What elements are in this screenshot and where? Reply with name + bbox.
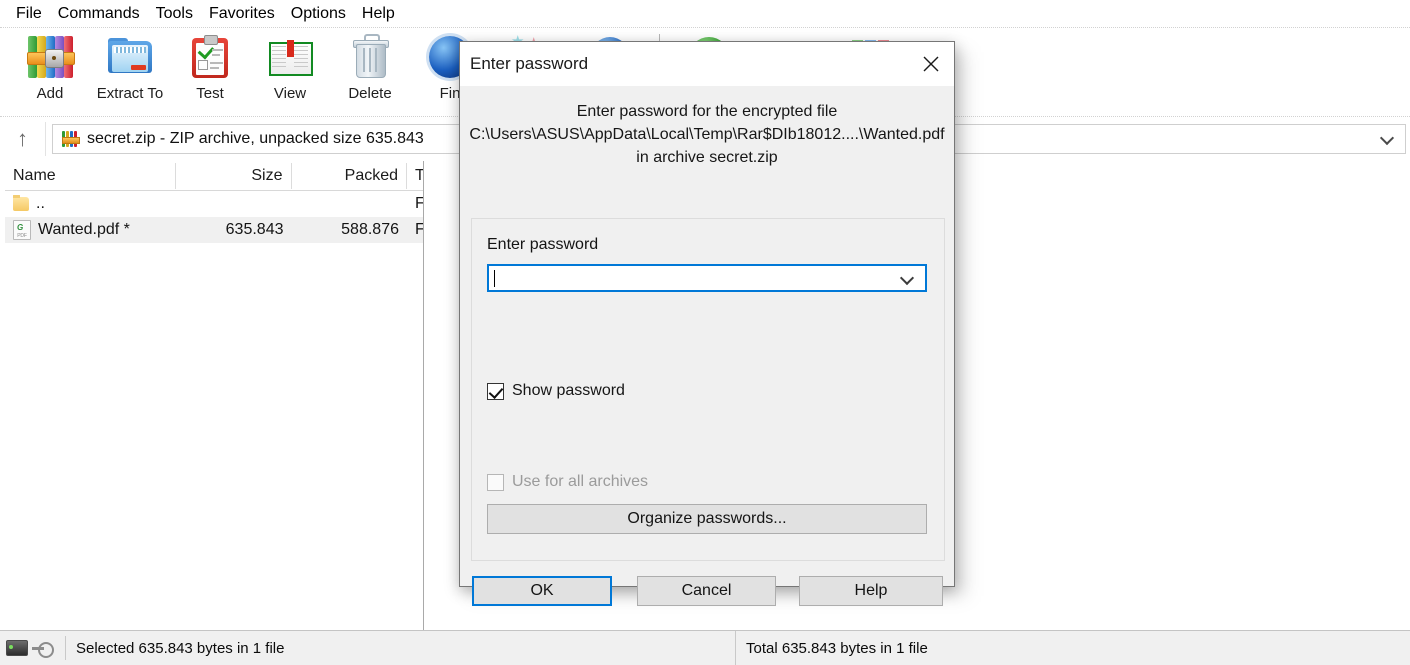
column-header-size[interactable]: Size: [176, 162, 292, 189]
toolbar-label: Extract To: [96, 85, 164, 102]
dialog-message-line-2: C:\Users\ASUS\AppData\Local\Temp\Rar$DIb…: [469, 126, 945, 143]
cell-type: File: [415, 195, 423, 212]
archive-path-text: secret.zip - ZIP archive, unpacked size …: [87, 130, 424, 147]
file-list-rows: .. File G Wanted.pdf * 635.843 588.876 F…: [5, 191, 423, 630]
column-header-packed[interactable]: Packed: [292, 162, 408, 189]
password-input[interactable]: [495, 267, 891, 289]
help-button[interactable]: Help: [799, 576, 943, 606]
drive-icon: [6, 640, 28, 656]
menu-favorites[interactable]: Favorites: [201, 3, 283, 25]
chevron-down-icon[interactable]: [891, 266, 925, 290]
cell-packed: 588.876: [341, 221, 399, 238]
toolbar-button-test[interactable]: Test: [170, 28, 250, 114]
chevron-down-icon[interactable]: [1382, 133, 1393, 144]
password-combo[interactable]: [487, 264, 927, 292]
dialog-title-bar: Enter password: [460, 42, 954, 86]
cancel-button[interactable]: Cancel: [637, 576, 776, 606]
close-button[interactable]: [908, 42, 954, 86]
show-password-checkbox[interactable]: [487, 382, 504, 400]
dialog-message-line-1: Enter password for the encrypted file: [576, 103, 838, 120]
status-icons: [0, 636, 66, 660]
status-total-text: Total 635.843 bytes in 1 file: [746, 640, 928, 657]
use-for-all-archives-checkbox: [487, 473, 504, 491]
dialog-title: Enter password: [470, 54, 589, 73]
column-header-type[interactable]: Typ: [407, 163, 423, 189]
file-name: ..: [36, 195, 45, 212]
file-list-header: Name Size Packed Typ: [5, 161, 423, 191]
use-for-all-archives-label: Use for all archives: [512, 473, 649, 490]
menu-commands[interactable]: Commands: [50, 3, 148, 25]
toolbar-label: Fin: [439, 85, 461, 102]
toolbar-button-extract-to[interactable]: Extract To: [90, 28, 170, 114]
menu-options[interactable]: Options: [283, 3, 354, 25]
file-list-panel: Name Size Packed Typ .. File G Wanted.pd…: [0, 161, 424, 630]
dialog-body: Enter password for the encrypted file C:…: [460, 86, 954, 606]
dialog-message: Enter password for the encrypted file C:…: [460, 86, 954, 169]
menu-bar: File Commands Tools Favorites Options He…: [0, 0, 1410, 27]
use-for-all-archives-row: Use for all archives: [487, 473, 648, 491]
column-header-name[interactable]: Name: [5, 162, 176, 189]
toolbar-label: View: [273, 85, 307, 102]
cell-name: ..: [5, 195, 176, 213]
status-selected-text: Selected 635.843 bytes in 1 file: [76, 639, 285, 657]
key-icon: [32, 641, 54, 658]
trash-can-icon: [345, 32, 395, 82]
status-total-section: Total 635.843 bytes in 1 file: [735, 631, 928, 665]
table-row[interactable]: G Wanted.pdf * 635.843 588.876 Foxi: [5, 217, 423, 243]
ok-button[interactable]: OK: [472, 576, 612, 606]
status-bar: Selected 635.843 bytes in 1 file Total 6…: [0, 630, 1410, 665]
open-book-icon: [265, 32, 315, 82]
toolbar-label: Add: [36, 85, 64, 102]
close-icon: [923, 56, 939, 72]
cell-size: 635.843: [225, 221, 284, 238]
file-name: Wanted.pdf *: [38, 221, 130, 238]
enter-password-dialog: Enter password Enter password for the en…: [459, 41, 955, 606]
toolbar-button-add[interactable]: Add: [10, 28, 90, 114]
menu-file[interactable]: File: [8, 3, 50, 25]
show-password-row[interactable]: Show password: [487, 382, 625, 400]
toolbar-button-view[interactable]: View: [250, 28, 330, 114]
menu-help[interactable]: Help: [354, 3, 403, 25]
toolbar-label: Delete: [348, 85, 392, 102]
extract-folder-icon: [105, 32, 155, 82]
show-password-label: Show password: [512, 382, 625, 399]
dialog-message-line-3: in archive secret.zip: [636, 149, 778, 166]
up-one-level-button[interactable]: ↑: [0, 119, 45, 159]
menu-tools[interactable]: Tools: [148, 3, 201, 25]
folder-icon: [13, 195, 29, 211]
arrow-up-icon: ↑: [17, 126, 28, 151]
table-row[interactable]: .. File: [5, 191, 423, 217]
archive-books-icon: [25, 32, 75, 82]
toolbar-button-delete[interactable]: Delete: [330, 28, 410, 114]
organize-passwords-button[interactable]: Organize passwords...: [487, 504, 927, 534]
clipboard-check-icon: [185, 32, 235, 82]
toolbar-label: Test: [196, 85, 224, 102]
password-group-box: Enter password Show password Use for all…: [471, 218, 945, 561]
address-separator: [45, 122, 46, 156]
winrar-window: File Commands Tools Favorites Options He…: [0, 0, 1410, 665]
password-label: Enter password: [487, 236, 599, 253]
pdf-file-icon: G: [13, 220, 31, 240]
rar-archive-icon: [61, 130, 80, 148]
cell-type: Foxi: [415, 221, 423, 238]
cell-name: G Wanted.pdf *: [5, 220, 176, 240]
